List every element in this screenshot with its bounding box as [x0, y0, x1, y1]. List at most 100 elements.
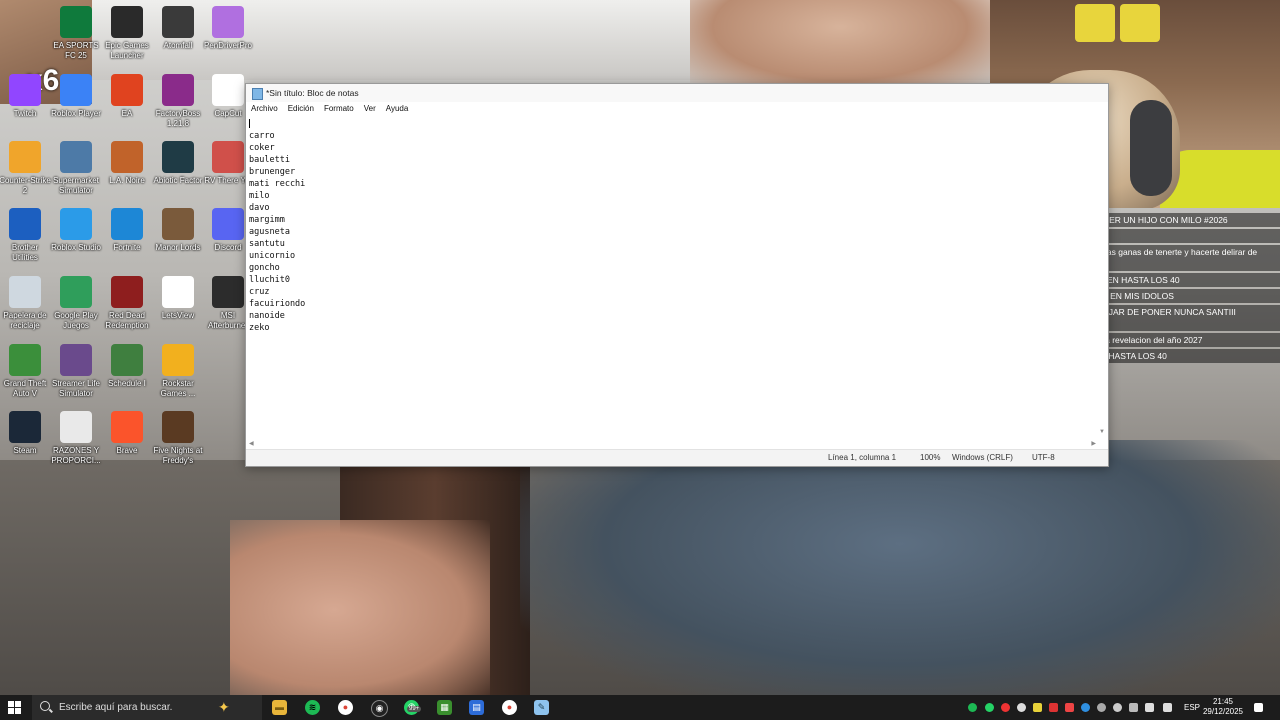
text-line: bauletti — [249, 155, 290, 165]
spotify-icon[interactable]: ≋ — [305, 700, 320, 715]
steam-tray-icon[interactable] — [1097, 703, 1106, 712]
desktop-icon-supermarket[interactable]: Supermarket Simulator — [50, 141, 102, 196]
desktop-icon-label: Papelera de reciclaje — [3, 311, 47, 330]
desktop-icon-atomfall[interactable]: Atomfall — [152, 6, 204, 51]
desktop-icon-fnaf[interactable]: Five Nights at Freddy's — [152, 411, 204, 466]
desktop-icon-label: Roblox Studio — [51, 243, 101, 252]
desktop-icon-google-play-games[interactable]: Google Play Juegos — [50, 276, 102, 331]
bluetooth-tray-icon[interactable] — [1081, 703, 1090, 712]
clock[interactable]: 21:45 29/12/2025 — [1198, 697, 1248, 717]
monitor-tray-icon[interactable] — [1129, 703, 1138, 712]
desktop-icon-manor-lords[interactable]: Manor Lords — [152, 208, 204, 253]
rockstar-tray-icon[interactable] — [1065, 703, 1074, 712]
desktop-icon-counter-strike[interactable]: Counter-Strike 2 — [0, 141, 51, 196]
desktop-icon-pendrive[interactable]: PenDriverPro — [202, 6, 254, 51]
taskbar-search[interactable]: Escribe aquí para buscar. ✦ — [32, 695, 262, 720]
windows-start-icon[interactable] — [8, 701, 22, 715]
desktop-icon-label: Roblox Player — [51, 109, 101, 118]
desktop-icon-document[interactable]: RAZONES Y PROPORCI... — [50, 411, 102, 466]
notification-center-icon[interactable] — [1254, 703, 1263, 712]
epic-games-icon — [111, 6, 143, 38]
capcut-icon — [212, 74, 244, 106]
taskbar: Escribe aquí para buscar. ✦ ▬ ≋ ● ◉ ✆ 99… — [0, 695, 1280, 720]
desktop-icon-la-noire[interactable]: L.A. Noire — [101, 141, 153, 186]
shield-tray-icon[interactable] — [1033, 703, 1042, 712]
desktop-icon-roblox-studio[interactable]: Roblox Studio — [50, 208, 102, 253]
line-ending: Windows (CRLF) — [952, 453, 1013, 462]
schedule-one-icon — [111, 344, 143, 376]
notepad-taskbar-icon[interactable]: ✎ — [534, 700, 549, 715]
discord-tray-icon[interactable] — [1017, 703, 1026, 712]
desktop-icon-label: PenDriverPro — [203, 41, 252, 50]
calendar-app-icon[interactable]: ▤ — [469, 700, 484, 715]
desktop-icon-fc25[interactable]: EA SPORTS FC 25 — [50, 6, 102, 61]
chrome-profile-icon[interactable]: ● — [502, 700, 517, 715]
obs-icon[interactable]: ◉ — [371, 700, 388, 717]
fc25-icon — [60, 6, 92, 38]
window-title: *Sin título: Bloc de notas — [266, 88, 359, 98]
desktop-icon-steam[interactable]: Steam — [0, 411, 51, 456]
fnaf-icon — [162, 411, 194, 443]
menu-formato[interactable]: Formato — [319, 102, 359, 116]
text-line: mati recchi — [249, 179, 306, 189]
desktop-icon-rockstar[interactable]: Rockstar Games ... — [152, 344, 204, 399]
desktop-icon-red-dead[interactable]: Red Dead Redemption — [101, 276, 153, 331]
desktop-icon-letsview[interactable]: LetsView — [152, 276, 204, 321]
network-icon[interactable] — [1163, 703, 1172, 712]
desktop-icon-label: Grand Theft Auto V — [3, 379, 47, 398]
roblox-icon — [60, 74, 92, 106]
settings-tray-icon[interactable] — [1113, 703, 1122, 712]
search-icon — [40, 701, 50, 711]
desktop-icon-label: Google Play Juegos — [54, 311, 98, 330]
menu-ayuda[interactable]: Ayuda — [381, 102, 414, 116]
abiotic-factor-icon — [162, 141, 194, 173]
whatsapp-tray-icon[interactable] — [985, 703, 994, 712]
scroll-left-icon[interactable]: ◀ — [249, 440, 254, 447]
atomfall-icon — [162, 6, 194, 38]
text-editor[interactable]: carro coker bauletti brunenger mati recchi mi… — [246, 116, 1108, 440]
desktop-icon-recycle-bin[interactable]: Papelera de reciclaje — [0, 276, 51, 331]
scroll-right-icon[interactable]: ▶ — [1091, 440, 1096, 447]
desktop-icon-brave[interactable]: Brave — [101, 411, 153, 456]
menu-archivo[interactable]: Archivo — [246, 102, 283, 116]
text-line: santutu — [249, 239, 285, 249]
desktop-icon-ea[interactable]: EA — [101, 74, 153, 119]
desktop-icon-roblox[interactable]: Roblox Player — [50, 74, 102, 119]
desktop-icon-schedule-one[interactable]: Schedule I — [101, 344, 153, 389]
chrome-icon[interactable]: ● — [338, 700, 353, 715]
menu-bar: Archivo Edición Formato Ver Ayuda — [246, 102, 1108, 116]
text-caret — [249, 119, 250, 128]
desktop-icon-label: Fortnite — [113, 243, 141, 252]
title-bar[interactable]: *Sin título: Bloc de notas — [246, 84, 1108, 102]
spotify-tray-icon[interactable] — [968, 703, 977, 712]
horizontal-scrollbar[interactable]: ◀ ▶ — [246, 440, 1108, 448]
desktop-icon-streamer-life[interactable]: Streamer Life Simulator — [50, 344, 102, 399]
notepad-window[interactable]: *Sin título: Bloc de notas Archivo Edici… — [245, 83, 1109, 467]
desktop-icon-winrar[interactable]: FactoryBoss 1.21.8 — [152, 74, 204, 129]
menu-ver[interactable]: Ver — [359, 102, 381, 116]
text-line: zeko — [249, 323, 270, 333]
copilot-sparkle-icon[interactable]: ✦ — [218, 695, 230, 720]
desktop-icon-abiotic-factor[interactable]: Abiotic Factor — [152, 141, 204, 186]
streamer-body-background — [520, 440, 1280, 700]
red-dead-icon — [111, 276, 143, 308]
app-tray-icon[interactable] — [1049, 703, 1058, 712]
desktop-icon-brother-utilities[interactable]: Brother Utilities — [0, 208, 51, 263]
desktop-icon-label: Abiotic Factor — [153, 176, 203, 185]
minecraft-icon[interactable]: ▦ — [437, 700, 452, 715]
desktop-icon-epic-games[interactable]: Epic Games Launcher — [101, 6, 153, 61]
volume-icon[interactable] — [1145, 703, 1154, 712]
desktop-icon-twitch[interactable]: Twitch — [0, 74, 51, 119]
desktop-icon-gta-v[interactable]: Grand Theft Auto V — [0, 344, 51, 399]
scroll-down-icon[interactable]: ▼ — [1099, 429, 1105, 435]
menu-edicion[interactable]: Edición — [283, 102, 319, 116]
text-line: davo — [249, 203, 270, 213]
file-explorer-icon[interactable]: ▬ — [272, 700, 287, 715]
record-tray-icon[interactable] — [1001, 703, 1010, 712]
recycle-bin-icon — [9, 276, 41, 308]
desktop-icon-fortnite[interactable]: Fortnite — [101, 208, 153, 253]
desktop-icon-label: Counter-Strike 2 — [0, 176, 51, 195]
brother-utilities-icon — [9, 208, 41, 240]
la-noire-icon — [111, 141, 143, 173]
desktop-icon-label: Schedule I — [108, 379, 146, 388]
